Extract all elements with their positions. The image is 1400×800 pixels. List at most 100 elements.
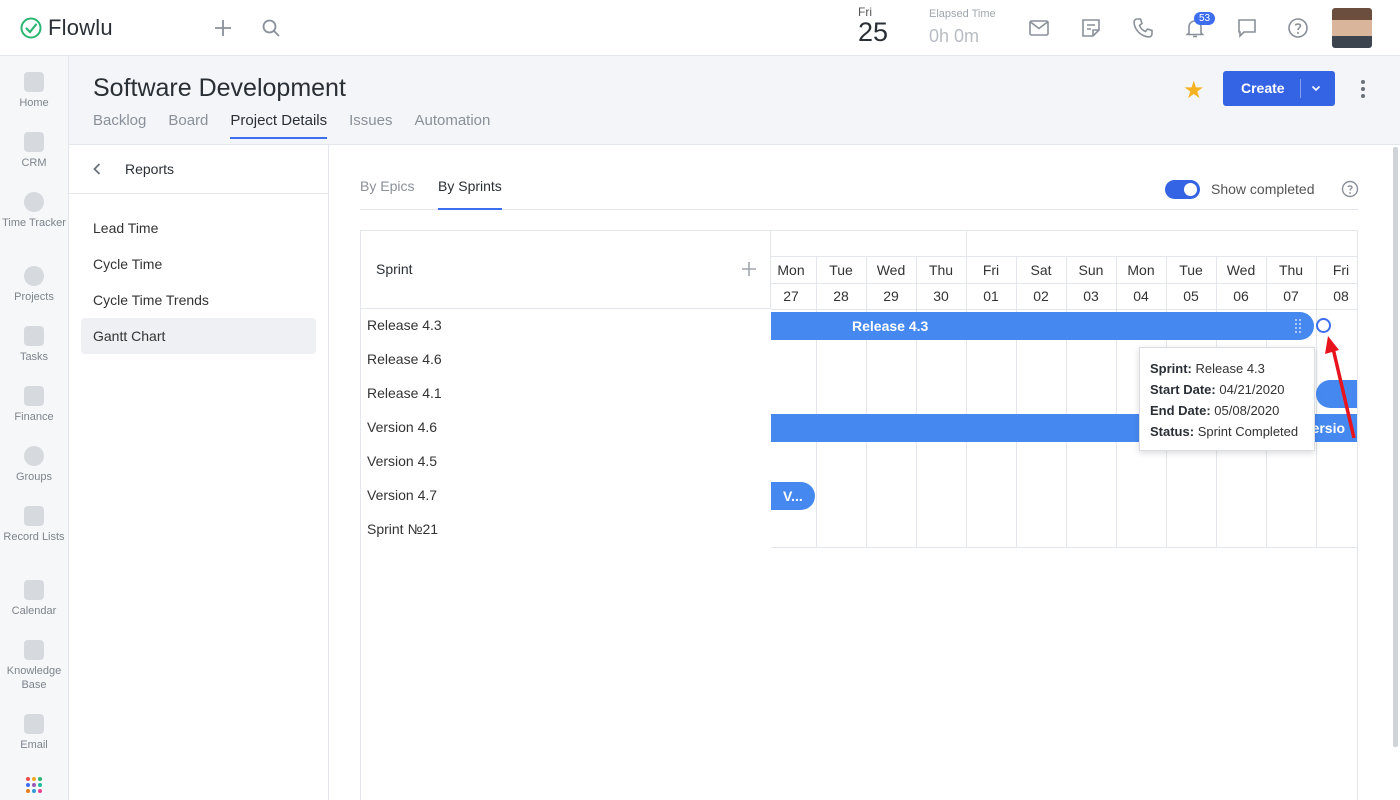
book-icon xyxy=(24,640,44,660)
report-item-gantt-chart[interactable]: Gantt Chart xyxy=(81,318,316,354)
day-of-week-label: Sat xyxy=(1030,262,1052,278)
sprint-tooltip: Sprint: Release 4.3 Start Date: 04/21/20… xyxy=(1139,347,1315,451)
logo-check-icon xyxy=(20,17,42,39)
reports-header: Reports xyxy=(69,145,328,194)
nav-item-time-tracker[interactable]: Time Tracker xyxy=(0,192,68,230)
sprint-row-label[interactable]: Sprint №21 xyxy=(367,521,438,537)
nav-item-finance[interactable]: Finance xyxy=(0,386,68,424)
tooltip-status-label: Status: xyxy=(1150,424,1195,439)
day-number-label: 27 xyxy=(783,288,799,304)
nav-item-label: Groups xyxy=(15,471,53,483)
date-number: 25 xyxy=(858,17,889,47)
toggle-knob xyxy=(1184,183,1197,196)
notification-count-badge: 53 xyxy=(1194,12,1216,25)
nav-item-label: Projects xyxy=(14,291,54,303)
nav-item-home[interactable]: Home xyxy=(0,72,68,110)
main-navigation: Home CRM Time Tracker Projects Tasks Fin… xyxy=(0,56,69,800)
tasks-icon xyxy=(24,326,44,346)
elapsed-time[interactable]: Elapsed Time 0h 0m xyxy=(929,8,996,47)
tooltip-end-value: 05/08/2020 xyxy=(1214,403,1280,418)
nav-item-record-lists[interactable]: Record Lists xyxy=(0,506,68,544)
day-of-week-label: Thu xyxy=(1278,262,1304,278)
search-icon[interactable] xyxy=(259,16,283,40)
nav-item-email[interactable]: Email xyxy=(0,714,68,752)
more-options-icon[interactable] xyxy=(1355,78,1371,100)
reports-sidebar: Reports Lead Time Cycle Time Cycle Time … xyxy=(69,145,329,800)
nav-item-label: Finance xyxy=(14,411,54,423)
create-button-divider xyxy=(1300,79,1301,98)
tab-issues[interactable]: Issues xyxy=(349,112,392,139)
mail-icon[interactable] xyxy=(1027,16,1051,40)
nav-item-crm[interactable]: CRM xyxy=(0,132,68,170)
day-of-week-label: Wed xyxy=(1226,262,1256,278)
sprint-bar-version-4-7[interactable]: V... xyxy=(771,482,815,510)
report-item-cycle-time[interactable]: Cycle Time xyxy=(81,246,316,282)
tooltip-status-line: Status: Sprint Completed xyxy=(1150,421,1304,442)
sprint-row-label[interactable]: Version 4.6 xyxy=(367,419,437,435)
user-avatar[interactable] xyxy=(1332,8,1372,48)
reports-title: Reports xyxy=(125,161,175,177)
chevron-left-icon[interactable] xyxy=(91,161,103,177)
chevron-down-icon[interactable] xyxy=(1310,82,1322,94)
nav-item-tasks[interactable]: Tasks xyxy=(0,326,68,364)
sprint-row-label[interactable]: Release 4.1 xyxy=(367,385,442,401)
current-date[interactable]: Fri 25 xyxy=(858,5,889,47)
day-of-week-label: Mon xyxy=(1127,262,1155,278)
tab-by-sprints[interactable]: By Sprints xyxy=(438,178,502,210)
tooltip-start-line: Start Date: 04/21/2020 xyxy=(1150,379,1304,400)
chat-icon[interactable] xyxy=(1235,16,1259,40)
day-number-label: 03 xyxy=(1083,288,1099,304)
tab-by-epics[interactable]: By Epics xyxy=(360,178,414,208)
plus-icon[interactable] xyxy=(211,16,235,40)
help-icon[interactable] xyxy=(1341,180,1359,198)
sprint-bar-release-4-3[interactable]: Release 4.3 xyxy=(771,312,1314,340)
favorite-star-icon[interactable]: ★ xyxy=(1183,76,1205,105)
vertical-scrollbar[interactable] xyxy=(1393,147,1398,747)
report-item-lead-time[interactable]: Lead Time xyxy=(81,210,316,246)
day-of-week-label: Wed xyxy=(876,262,906,278)
nav-item-calendar[interactable]: Calendar xyxy=(0,580,68,618)
nav-item-knowledge-base[interactable]: Knowledge Base xyxy=(0,640,68,692)
week-header-row xyxy=(771,231,1357,257)
help-icon[interactable] xyxy=(1286,16,1310,40)
sprint-row-label[interactable]: Version 4.5 xyxy=(367,453,437,469)
project-tabs: Backlog Board Project Details Issues Aut… xyxy=(93,112,512,139)
day-of-week-label: Fri xyxy=(1332,262,1350,278)
nav-item-projects[interactable]: Projects xyxy=(0,266,68,304)
show-completed-toggle[interactable] xyxy=(1165,180,1200,199)
nav-item-label: Email xyxy=(20,739,48,751)
apps-grid-icon[interactable] xyxy=(25,776,43,794)
calendar-icon xyxy=(24,580,44,600)
crm-icon xyxy=(24,132,44,152)
tooltip-sprint-label: Sprint: xyxy=(1150,361,1192,376)
add-sprint-icon[interactable] xyxy=(741,261,757,277)
flowlu-logo[interactable]: Flowlu xyxy=(20,15,113,41)
tooltip-sprint-line: Sprint: Release 4.3 xyxy=(1150,358,1304,379)
sprint-column-header: Sprint xyxy=(361,231,771,309)
page-title: Software Development xyxy=(93,74,346,102)
phone-icon[interactable] xyxy=(1131,16,1155,40)
notes-icon[interactable] xyxy=(1079,16,1103,40)
sprint-row-label[interactable]: Release 4.6 xyxy=(367,351,442,367)
day-number-label: 28 xyxy=(833,288,849,304)
day-of-week-label: Mon xyxy=(777,262,805,278)
day-of-week-label: Thu xyxy=(928,262,954,278)
sprint-row-label[interactable]: Release 4.3 xyxy=(367,317,442,333)
create-button[interactable]: Create xyxy=(1223,71,1335,106)
report-item-cycle-time-trends[interactable]: Cycle Time Trends xyxy=(81,282,316,318)
tab-board[interactable]: Board xyxy=(168,112,208,139)
tab-project-details[interactable]: Project Details xyxy=(230,112,328,139)
gantt-chart: Sprint Release 4.3 Versio V... Mon 27 Tu… xyxy=(360,230,1358,800)
timer-icon xyxy=(24,192,44,212)
tab-automation[interactable]: Automation xyxy=(414,112,490,139)
nav-item-groups[interactable]: Groups xyxy=(0,446,68,484)
tab-backlog[interactable]: Backlog xyxy=(93,112,146,139)
day-number-label: 05 xyxy=(1183,288,1199,304)
nav-item-label: CRM xyxy=(21,157,47,169)
finance-icon xyxy=(24,386,44,406)
day-number-label: 08 xyxy=(1333,288,1349,304)
day-number-label: 01 xyxy=(983,288,999,304)
sprint-row-label[interactable]: Version 4.7 xyxy=(367,487,437,503)
bar-label: V... xyxy=(783,488,803,504)
drag-handle-icon[interactable] xyxy=(1294,318,1302,334)
